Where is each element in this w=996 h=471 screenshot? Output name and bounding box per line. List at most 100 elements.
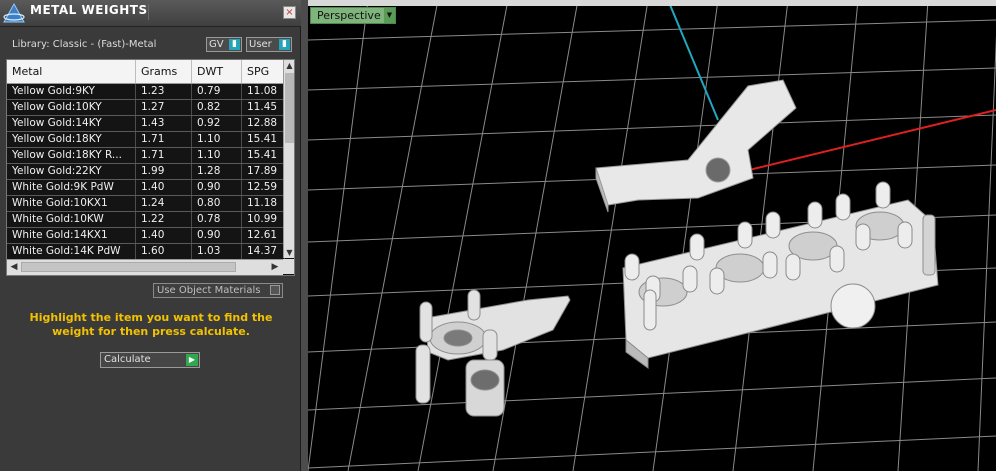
cell-spg: 17.89 [242,164,285,179]
table-body: Yellow Gold:9KY 1.23 0.79 11.08 Yellow Gold:… [7,84,285,260]
panel-titlebar[interactable]: METAL WEIGHTS × [0,0,301,27]
model-left-part [415,289,571,417]
column-header-dwt[interactable]: DWT [192,60,242,83]
cell-metal: White Gold:10KW [7,212,136,227]
cell-metal: Yellow Gold:9KY [7,84,136,99]
table-row[interactable]: Yellow Gold:14KY 1.43 0.92 12.88 [7,116,285,132]
cell-dwt: 0.79 [192,84,242,99]
cell-metal: Yellow Gold:10KY [7,100,136,115]
cell-metal: Yellow Gold:22KY [7,164,136,179]
gv-toggle[interactable]: GV ▮ [206,37,242,52]
calculate-button[interactable]: Calculate ▶ [100,352,200,368]
table-row[interactable]: White Gold:9K PdW 1.40 0.90 12.59 [7,180,285,196]
cell-metal: White Gold:9K PdW [7,180,136,195]
cell-spg: 14.37 [242,244,285,259]
cell-spg: 12.61 [242,228,285,243]
gv-toggle-label: GV [209,39,224,50]
cell-grams: 1.71 [136,132,192,147]
cell-grams: 1.24 [136,196,192,211]
cell-dwt: 0.80 [192,196,242,211]
app-logo-icon [3,2,25,23]
user-toggle[interactable]: User ▮ [246,37,292,52]
checkbox-icon[interactable] [270,285,280,295]
cell-grams: 1.71 [136,148,192,163]
instruction-text: Highlight the item you want to find the … [29,311,273,338]
play-icon: ▶ [186,354,198,366]
scroll-corner [283,259,294,274]
cell-dwt: 1.10 [192,148,242,163]
horizontal-scrollbar[interactable]: ◀ ▶ [7,259,283,275]
panel-splitter[interactable] [301,0,308,471]
table-row[interactable]: White Gold:14K PdW 1.60 1.03 14.37 [7,244,285,260]
cell-spg: 15.41 [242,132,285,147]
metal-weights-panel: METAL WEIGHTS × Library: Classic - (Fast… [0,0,301,471]
cell-dwt: 1.10 [192,132,242,147]
scroll-left-icon[interactable]: ◀ [8,261,20,273]
cell-dwt: 0.78 [192,212,242,227]
table-row[interactable]: Yellow Gold:18KY 1.71 1.10 15.41 [7,132,285,148]
cell-spg: 11.18 [242,196,285,211]
table-row[interactable]: Yellow Gold:10KY 1.27 0.82 11.45 [7,100,285,116]
cell-spg: 10.99 [242,212,285,227]
user-toggle-label: User [249,39,272,50]
vertical-scroll-thumb[interactable] [285,73,294,143]
library-label: Library: Classic - (Fast)-Metal [12,39,157,50]
cell-dwt: 0.82 [192,100,242,115]
cell-spg: 15.41 [242,148,285,163]
column-header-grams[interactable]: Grams [136,60,192,83]
toggle-knob-icon: ▮ [279,39,290,50]
cell-dwt: 0.90 [192,228,242,243]
cell-metal: Yellow Gold:14KY [7,116,136,131]
close-button[interactable]: × [283,6,296,19]
toggle-knob-icon: ▮ [229,39,240,50]
cell-spg: 11.08 [242,84,285,99]
table-row[interactable]: White Gold:10KX1 1.24 0.80 11.18 [7,196,285,212]
titlebar-grip [148,4,281,20]
table-row[interactable]: Yellow Gold:9KY 1.23 0.79 11.08 [7,84,285,100]
scroll-right-icon[interactable]: ▶ [269,261,281,273]
cell-spg: 12.88 [242,116,285,131]
use-object-materials-label: Use Object Materials [157,285,261,296]
horizontal-scroll-thumb[interactable] [21,262,236,272]
cell-grams: 1.40 [136,228,192,243]
cell-grams: 1.23 [136,84,192,99]
scroll-up-icon[interactable]: ▲ [284,60,294,71]
cell-spg: 11.45 [242,100,285,115]
cell-metal: White Gold:10KX1 [7,196,136,211]
table-row[interactable]: White Gold:14KX1 1.40 0.90 12.61 [7,228,285,244]
cell-metal: Yellow Gold:18KY R... [7,148,136,163]
panel-title: METAL WEIGHTS [30,3,148,17]
perspective-label: Perspective [317,9,381,22]
viewport-tab-strip [308,0,996,6]
perspective-view-dropdown[interactable]: Perspective ▼ [310,7,396,24]
cell-dwt: 1.28 [192,164,242,179]
column-header-metal[interactable]: Metal [7,60,136,83]
cell-dwt: 0.92 [192,116,242,131]
table-row[interactable]: Yellow Gold:22KY 1.99 1.28 17.89 [7,164,285,180]
cell-metal: Yellow Gold:18KY [7,132,136,147]
cell-dwt: 0.90 [192,180,242,195]
perspective-scene[interactable] [308,0,996,471]
column-header-spg[interactable]: SPG [242,60,285,83]
cell-grams: 1.40 [136,180,192,195]
cell-grams: 1.99 [136,164,192,179]
3d-viewport[interactable]: Perspective ▼ [308,0,996,471]
scroll-down-icon[interactable]: ▼ [284,247,294,258]
cell-dwt: 1.03 [192,244,242,259]
cell-grams: 1.27 [136,100,192,115]
table-header: Metal Grams DWT SPG [7,60,285,84]
y-axis-line [667,0,719,121]
cell-grams: 1.22 [136,212,192,227]
cell-spg: 12.59 [242,180,285,195]
cell-metal: White Gold:14KX1 [7,228,136,243]
cell-grams: 1.60 [136,244,192,259]
use-object-materials-checkbox[interactable]: Use Object Materials [153,283,283,298]
cell-grams: 1.43 [136,116,192,131]
calculate-label: Calculate [104,354,151,365]
table-row[interactable]: White Gold:10KW 1.22 0.78 10.99 [7,212,285,228]
table-row[interactable]: Yellow Gold:18KY R... 1.71 1.10 15.41 [7,148,285,164]
cell-metal: White Gold:14K PdW [7,244,136,259]
chevron-down-icon: ▼ [384,8,395,23]
metal-weights-table: Metal Grams DWT SPG Yellow Gold:9KY 1.23 0… [6,59,295,276]
vertical-scrollbar[interactable]: ▲ ▼ [283,60,294,258]
